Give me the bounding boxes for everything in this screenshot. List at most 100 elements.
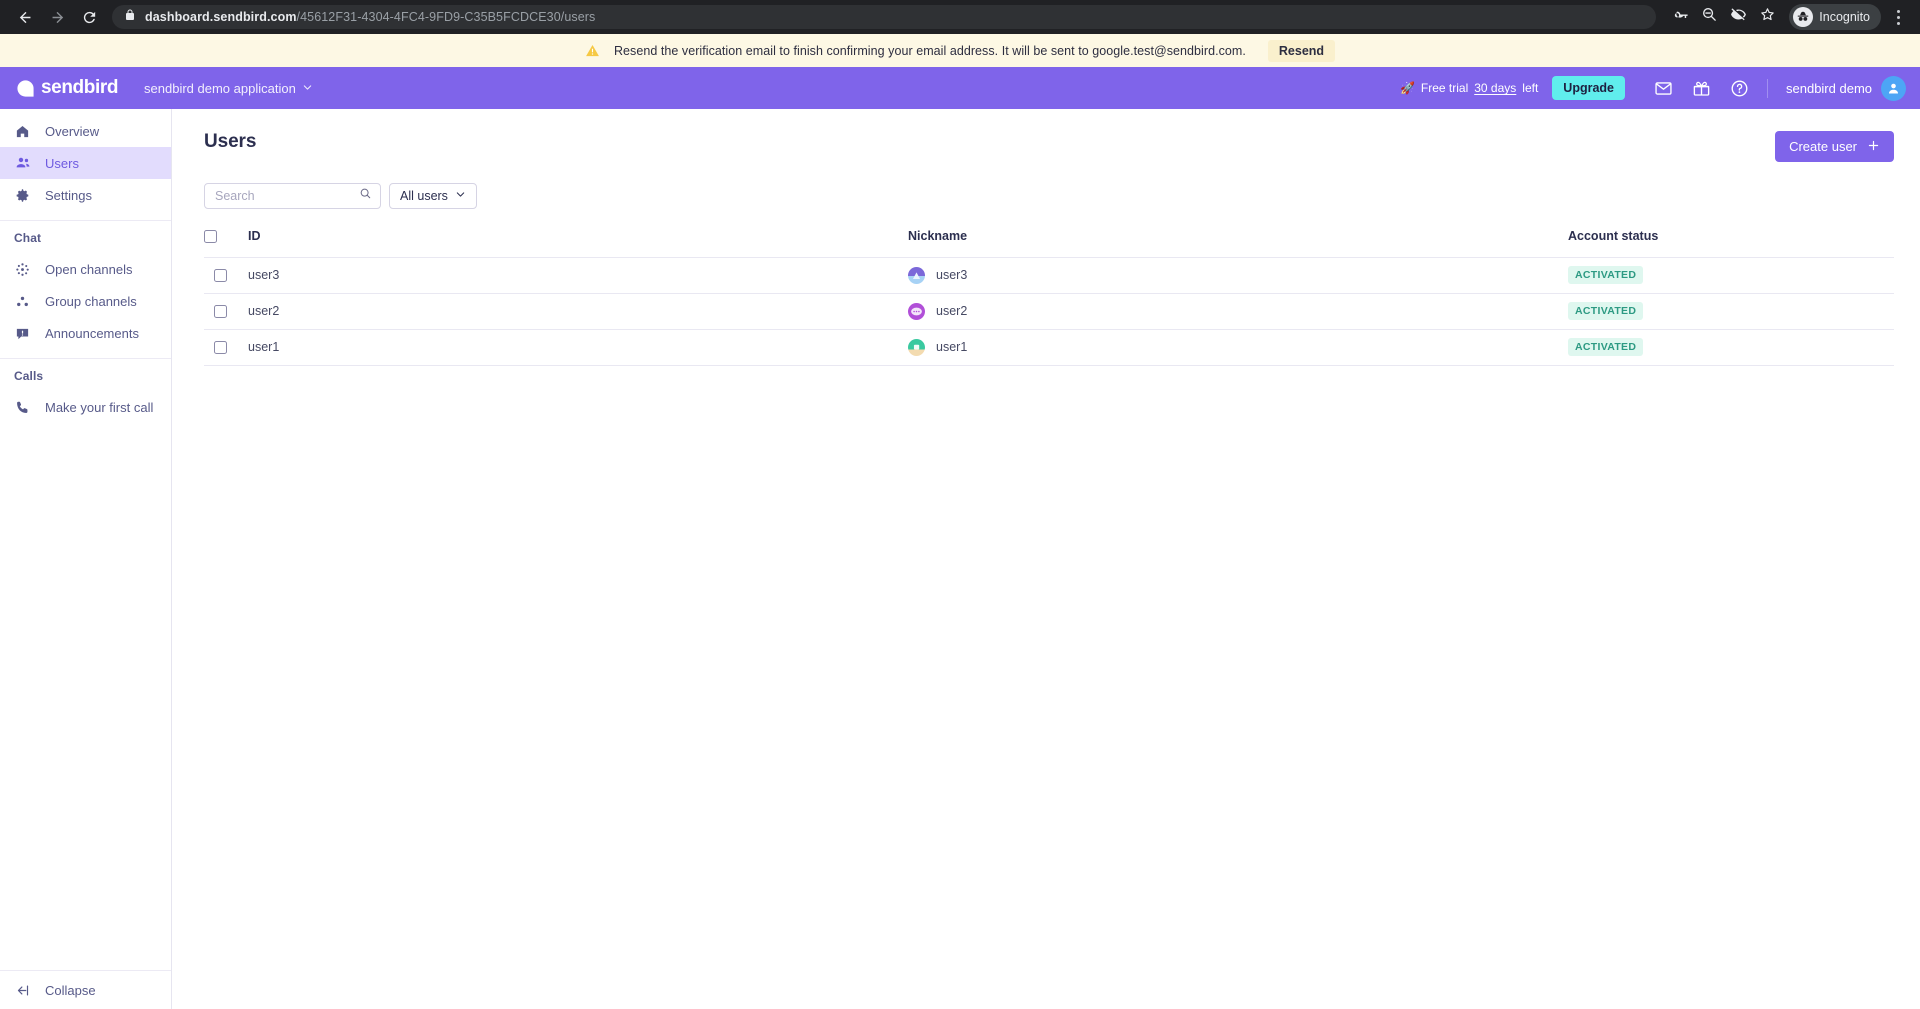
lock-icon: [124, 8, 136, 26]
rocket-icon: 🚀: [1399, 81, 1415, 95]
app-switcher[interactable]: sendbird demo application: [144, 81, 313, 96]
gear-icon: [14, 188, 31, 203]
column-header-id[interactable]: ID: [248, 227, 908, 257]
sidebar-item-open-channels[interactable]: Open channels: [0, 253, 171, 285]
cell-account-status: ACTIVATED: [1568, 257, 1894, 293]
trial-suffix: left: [1522, 81, 1539, 95]
sidebar-item-make-first-call[interactable]: Make your first call: [0, 391, 171, 423]
users-icon: [14, 155, 31, 171]
row-select-cell: [204, 329, 248, 365]
sidebar-item-announcements[interactable]: Announcements: [0, 317, 171, 349]
row-checkbox[interactable]: [214, 304, 227, 318]
create-user-label: Create user: [1789, 139, 1857, 154]
sidebar-primary-nav: Overview Users Settings Chat Open channe…: [0, 109, 171, 423]
table-row[interactable]: user2 user2 ACTIVATED: [204, 293, 1894, 329]
account-name-label: sendbird demo: [1786, 80, 1872, 96]
sendbird-logo-icon: [16, 79, 35, 98]
table-head: ID Nickname Account status: [204, 227, 1894, 257]
incognito-label: Incognito: [1819, 10, 1870, 24]
account-menu[interactable]: sendbird demo: [1786, 75, 1906, 101]
users-table: ID Nickname Account status user3 user3 A…: [204, 227, 1894, 366]
sidebar-item-settings[interactable]: Settings: [0, 179, 171, 211]
table-row[interactable]: user1 user1 ACTIVATED: [204, 329, 1894, 365]
sidebar-collapse-button[interactable]: Collapse: [0, 970, 171, 1009]
app-name-label: sendbird demo application: [144, 80, 296, 96]
trial-days: 30 days: [1474, 81, 1517, 95]
open-channels-icon: [14, 262, 31, 277]
kebab-dot: [1896, 15, 1900, 19]
browser-menu-button[interactable]: [1886, 3, 1910, 31]
password-key-button[interactable]: [1666, 3, 1694, 31]
avatar: [908, 302, 925, 320]
user-filter-dropdown[interactable]: All users: [389, 183, 477, 209]
table-header-row: ID Nickname Account status: [204, 227, 1894, 257]
zoom-out-button[interactable]: [1695, 3, 1723, 31]
help-circle-icon[interactable]: [1730, 79, 1749, 98]
filter-label: All users: [400, 189, 448, 203]
app-body: Overview Users Settings Chat Open channe…: [0, 109, 1920, 1009]
sidebar-item-users[interactable]: Users: [0, 147, 171, 179]
chevron-down-icon: [302, 81, 313, 96]
collapse-arrow-icon: [14, 983, 31, 998]
sidebar-item-label: Announcements: [45, 325, 139, 341]
back-button[interactable]: [10, 2, 40, 32]
home-icon: [14, 124, 31, 139]
chevron-down-icon: [455, 189, 466, 203]
row-checkbox[interactable]: [214, 340, 227, 354]
select-all-checkbox[interactable]: [204, 229, 217, 243]
table-row[interactable]: user3 user3 ACTIVATED: [204, 257, 1894, 293]
kebab-dot: [1896, 21, 1900, 25]
row-select-cell: [204, 257, 248, 293]
app-header: sendbird sendbird demo application 🚀 Fre…: [0, 67, 1920, 109]
cell-account-status: ACTIVATED: [1568, 329, 1894, 365]
column-header-account-status[interactable]: Account status: [1568, 227, 1894, 257]
status-badge: ACTIVATED: [1568, 338, 1644, 356]
resend-button[interactable]: Resend: [1267, 39, 1336, 62]
search-box[interactable]: [204, 183, 381, 209]
incognito-icon: [1793, 7, 1814, 27]
address-bar[interactable]: dashboard.sendbird.com/45612F31-4304-4FC…: [112, 5, 1657, 29]
row-checkbox[interactable]: [214, 268, 227, 282]
url-path: /45612F31-4304-4FC4-9FD9-C35B5FCDCE30/us…: [296, 10, 596, 24]
sidebar-item-label: Overview: [45, 123, 100, 139]
search-icon: [359, 187, 372, 205]
browser-actions: Incognito: [1666, 3, 1910, 31]
incognito-profile-button[interactable]: Incognito: [1789, 4, 1881, 30]
sendbird-wordmark: sendbird: [41, 77, 119, 98]
browser-toolbar: dashboard.sendbird.com/45612F31-4304-4FC…: [0, 0, 1920, 34]
page-header: Users Create user: [204, 131, 1894, 162]
cell-user-id: user1: [248, 340, 280, 354]
cell-account-status: ACTIVATED: [1568, 293, 1894, 329]
main-content: Users Create user All users: [172, 109, 1920, 1009]
eye-slash-icon: [1730, 6, 1747, 28]
forward-button[interactable]: [42, 2, 72, 32]
sendbird-logo[interactable]: sendbird: [16, 77, 118, 99]
gift-icon[interactable]: [1692, 79, 1711, 98]
sidebar-item-overview[interactable]: Overview: [0, 115, 171, 147]
table-body: user3 user3 ACTIVATED user2 user2 ACTIVA…: [204, 257, 1894, 365]
sidebar-item-label: Make your first call: [45, 399, 154, 415]
sidebar-item-label: Users: [45, 155, 79, 171]
create-user-button[interactable]: Create user: [1775, 131, 1894, 162]
status-badge: ACTIVATED: [1568, 266, 1644, 284]
verification-banner: Resend the verification email to finish …: [0, 34, 1920, 67]
tracking-protection-button[interactable]: [1724, 3, 1752, 31]
password-key-icon: [1672, 6, 1689, 28]
cell-nickname: user2: [908, 293, 1568, 329]
sidebar-divider: [0, 220, 171, 221]
header-divider: [1767, 78, 1768, 98]
upgrade-button[interactable]: Upgrade: [1552, 76, 1625, 100]
avatar: [1881, 75, 1906, 101]
bookmark-button[interactable]: [1753, 3, 1781, 31]
sidebar-section-chat: Chat: [14, 231, 42, 245]
sidebar-section-calls: Calls: [14, 369, 44, 383]
nickname-label: user1: [936, 340, 968, 354]
back-arrow-icon: [17, 9, 34, 26]
cell-nickname: user3: [908, 257, 1568, 293]
envelope-icon[interactable]: [1654, 79, 1673, 98]
reload-button[interactable]: [74, 2, 104, 32]
sidebar-item-label: Group channels: [45, 293, 137, 309]
search-input[interactable]: [215, 189, 359, 203]
column-header-nickname[interactable]: Nickname: [908, 227, 1568, 257]
sidebar-item-group-channels[interactable]: Group channels: [0, 285, 171, 317]
